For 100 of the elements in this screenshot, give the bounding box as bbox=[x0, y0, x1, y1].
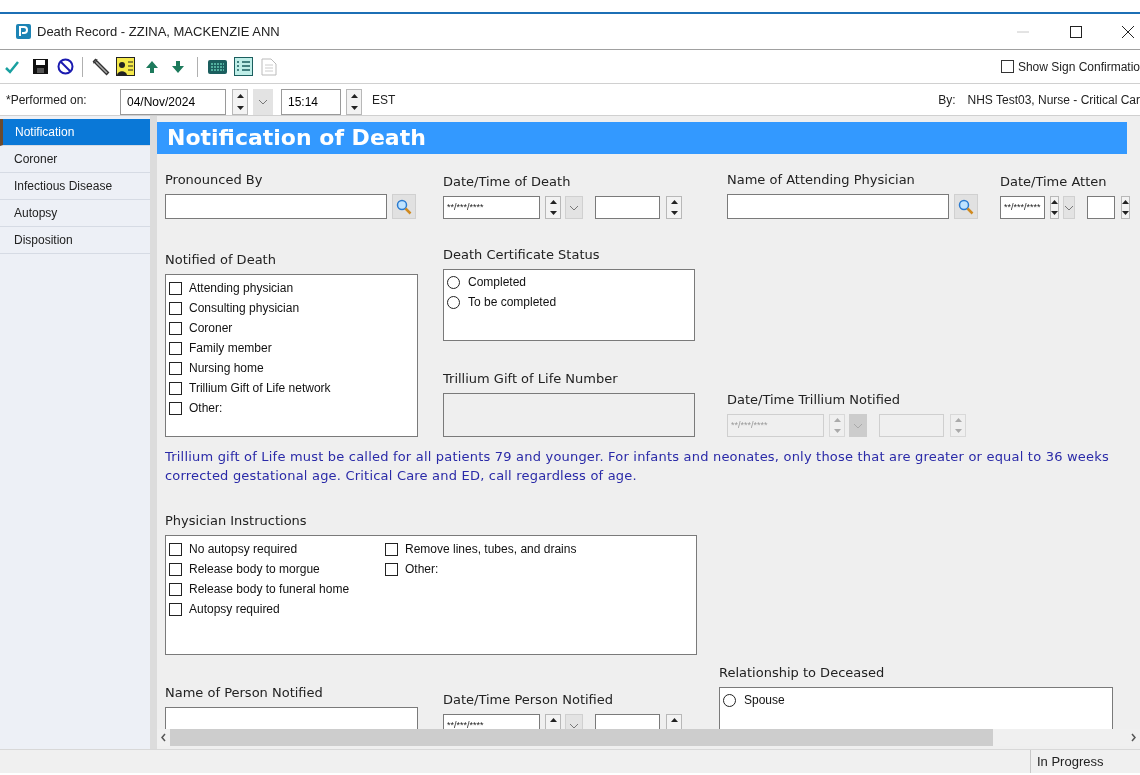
checkbox-label: No autopsy required bbox=[189, 541, 298, 558]
checkbox[interactable] bbox=[169, 381, 182, 395]
up-triangle-icon bbox=[1050, 200, 1058, 205]
app-logo-icon bbox=[16, 24, 31, 39]
cancel-icon[interactable] bbox=[57, 58, 74, 75]
maximize-icon[interactable] bbox=[1070, 25, 1082, 38]
down-triangle-icon bbox=[350, 105, 358, 110]
up-triangle-icon bbox=[833, 418, 841, 423]
down-arrow-icon[interactable] bbox=[171, 59, 185, 74]
checkbox-label: Release body to funeral home bbox=[189, 581, 350, 598]
status-text: In Progress bbox=[1030, 750, 1112, 773]
by-label: By: bbox=[938, 91, 956, 109]
up-arrow-icon[interactable] bbox=[145, 59, 159, 74]
performed-on-label: *Performed on: bbox=[6, 91, 88, 109]
scrollbar-thumb[interactable] bbox=[170, 729, 993, 746]
checkbox[interactable] bbox=[169, 361, 182, 375]
up-triangle-icon bbox=[670, 718, 678, 723]
field-label: Trillium Gift of Life Number bbox=[443, 371, 619, 387]
radio-button[interactable] bbox=[447, 295, 460, 309]
up-triangle-icon bbox=[1122, 200, 1129, 205]
window-title: Death Record - ZZINA, MACKENZIE ANN bbox=[37, 22, 280, 41]
search-button[interactable] bbox=[392, 194, 416, 219]
field-label: Date/Time of Death bbox=[443, 174, 572, 190]
checkbox[interactable] bbox=[169, 321, 182, 335]
checkbox[interactable] bbox=[385, 542, 398, 556]
down-triangle-icon bbox=[954, 428, 962, 433]
checkbox-label: Other: bbox=[189, 400, 223, 417]
input-field[interactable] bbox=[165, 707, 418, 729]
checkbox[interactable] bbox=[385, 562, 398, 576]
checkbox-label: Other: bbox=[405, 561, 439, 578]
radio-label: To be completed bbox=[468, 294, 557, 311]
radio-button[interactable] bbox=[723, 693, 736, 707]
checkbox[interactable] bbox=[169, 341, 182, 355]
checkbox[interactable] bbox=[169, 401, 182, 415]
down-triangle-icon bbox=[236, 105, 244, 110]
time-field[interactable] bbox=[1086, 196, 1115, 219]
down-triangle-icon bbox=[670, 210, 678, 215]
spin-button[interactable] bbox=[232, 88, 248, 115]
keyboard-icon[interactable] bbox=[208, 59, 227, 74]
input-field[interactable] bbox=[727, 194, 949, 219]
sidebar-item[interactable]: Notification bbox=[0, 119, 150, 146]
spin-button[interactable] bbox=[1121, 196, 1130, 219]
close-icon[interactable] bbox=[1122, 25, 1134, 38]
date-field[interactable]: **/***/**** bbox=[443, 714, 540, 729]
checkbox-label: Family member bbox=[189, 340, 272, 357]
down-triangle-icon bbox=[1050, 210, 1058, 215]
field-label: Name of Attending Physician bbox=[727, 172, 916, 188]
save-icon[interactable] bbox=[33, 59, 48, 74]
up-triangle-icon bbox=[350, 93, 358, 98]
up-triangle-icon bbox=[670, 200, 678, 205]
checkbox-label: Consulting physician bbox=[189, 300, 300, 317]
checkbox[interactable] bbox=[169, 301, 182, 315]
down-triangle-icon bbox=[1122, 210, 1129, 215]
checkbox-label: Trillium Gift of Life network bbox=[189, 380, 331, 397]
radio-label: Completed bbox=[468, 274, 527, 291]
checkbox[interactable] bbox=[169, 562, 182, 576]
chevron-down-icon bbox=[258, 98, 268, 105]
performed-by-text: NHS Test03, Nurse - Critical Car bbox=[967, 91, 1140, 109]
down-triangle-icon bbox=[549, 210, 557, 215]
field-label: Pronounced By bbox=[165, 172, 264, 188]
checkbox-label: Coroner bbox=[189, 320, 233, 337]
field-label: Date/Time Trillium Notified bbox=[727, 392, 902, 408]
chevron-down-icon bbox=[1063, 204, 1074, 211]
chevron-down-icon bbox=[569, 204, 579, 211]
up-triangle-icon bbox=[954, 418, 962, 423]
checkbox[interactable] bbox=[1000, 60, 1014, 73]
section-header: Notification of Death bbox=[157, 122, 1127, 154]
field-label: Date/Time Person Notified bbox=[443, 692, 615, 708]
spin-button[interactable] bbox=[346, 88, 362, 115]
checkbox-label: Nursing home bbox=[189, 360, 264, 377]
field-label: Relationship to Deceased bbox=[719, 665, 886, 681]
search-button[interactable] bbox=[954, 194, 978, 219]
down-triangle-icon bbox=[833, 428, 841, 433]
checkbox-label: Autopsy required bbox=[189, 601, 280, 618]
date-field[interactable]: **/***/**** bbox=[443, 196, 540, 219]
field-label: Date/Time Atten bbox=[1000, 174, 1108, 190]
checkbox[interactable] bbox=[169, 281, 182, 295]
checkbox-label: Remove lines, tubes, and drains bbox=[405, 541, 577, 558]
up-triangle-icon bbox=[236, 93, 244, 98]
checkbox[interactable] bbox=[169, 542, 182, 556]
spin-button[interactable] bbox=[545, 196, 561, 219]
dropdown-button[interactable] bbox=[1062, 196, 1075, 219]
radio-button[interactable] bbox=[447, 275, 460, 289]
form-icon[interactable] bbox=[116, 57, 135, 76]
time-field[interactable] bbox=[595, 196, 660, 219]
field-label: Name of Person Notified bbox=[165, 685, 324, 701]
spin-button[interactable] bbox=[666, 196, 682, 219]
checkbox[interactable] bbox=[169, 602, 182, 616]
spin-button[interactable] bbox=[1049, 196, 1059, 219]
pen-icon[interactable] bbox=[91, 56, 111, 77]
input-field[interactable] bbox=[165, 194, 387, 219]
radio-label: Spouse bbox=[744, 692, 785, 709]
timezone-label: EST bbox=[372, 91, 396, 109]
date-field: **/***/**** bbox=[727, 414, 824, 437]
date-field[interactable]: 04/Nov/2024 bbox=[120, 88, 226, 115]
time-field[interactable]: 15:14 bbox=[281, 88, 341, 115]
checkbox[interactable] bbox=[169, 582, 182, 596]
checklist-icon[interactable] bbox=[234, 57, 253, 76]
checkbox-label: Attending physician bbox=[189, 280, 294, 297]
date-field[interactable]: **/***/**** bbox=[1000, 196, 1045, 219]
